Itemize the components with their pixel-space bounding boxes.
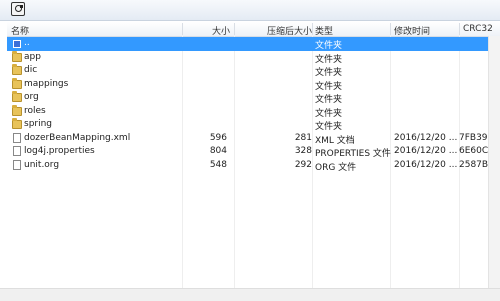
list-item[interactable]: unit.org 548 292 ORG 文件 2016/12/20 ... 2… (7, 159, 500, 173)
list-item[interactable]: spring 文件夹 (7, 118, 500, 132)
file-list: .. 文件夹 app 文件夹 dic 文件夹 mappings 文件夹 org … (7, 37, 500, 173)
list-item[interactable]: mappings 文件夹 (7, 77, 500, 92)
toolbar (0, 0, 500, 21)
list-item[interactable]: log4j.properties 804 328 PROPERTIES 文件 2… (7, 145, 500, 159)
file-name: dozerBeanMapping.xml (24, 132, 131, 143)
file-packed-size: 328 (294, 146, 312, 156)
list-item[interactable]: dic 文件夹 (7, 64, 500, 78)
file-name: dic (24, 65, 38, 75)
column-header: 名称 大小 压缩后大小 类型 修改时间 CRC32 (7, 22, 500, 37)
refresh-up-icon[interactable] (11, 2, 25, 16)
file-name: unit.org (24, 159, 60, 170)
file-type: 文件夹 (315, 68, 343, 78)
file-name: mappings (24, 78, 69, 89)
column-packed-size[interactable]: 压缩后大小 (267, 24, 312, 37)
file-type: XML 文档 (315, 135, 355, 146)
file-name: app (24, 51, 41, 62)
file-type: 文件夹 (315, 95, 343, 105)
list-item[interactable]: .. 文件夹 (7, 37, 500, 51)
file-name: .. (24, 38, 30, 48)
list-item[interactable]: dozerBeanMapping.xml 596 281 XML 文档 2016… (7, 132, 500, 146)
vertical-scrollbar[interactable] (488, 36, 500, 300)
file-name: roles (24, 105, 46, 116)
file-type: 文件夹 (315, 54, 343, 65)
file-type: PROPERTIES 文件 (315, 149, 391, 159)
list-item[interactable]: app 文件夹 (7, 50, 500, 65)
file-type: 文件夹 (315, 122, 343, 132)
column-type[interactable]: 类型 (315, 24, 333, 37)
file-type: 文件夹 (315, 81, 343, 92)
file-type: 文件夹 (315, 108, 343, 119)
file-type: ORG 文件 (315, 162, 357, 173)
list-item[interactable]: org 文件夹 (7, 91, 500, 105)
folder-icon (12, 77, 22, 89)
folder-icon (12, 50, 22, 62)
file-icon (13, 132, 21, 143)
file-type: 文件夹 (315, 41, 343, 51)
file-packed-size: 281 (294, 132, 312, 143)
file-name: log4j.properties (24, 146, 95, 156)
file-modified: 2016/12/20 ... (394, 132, 458, 143)
file-icon (13, 146, 21, 156)
status-bar (0, 288, 500, 301)
file-size: 596 (209, 132, 227, 143)
folder-icon (12, 104, 22, 116)
column-size[interactable]: 大小 (212, 24, 230, 37)
file-packed-size: 292 (294, 159, 312, 170)
file-modified: 2016/12/20 ... (394, 159, 458, 170)
folder-icon (12, 118, 22, 129)
file-size: 548 (209, 159, 227, 170)
file-modified: 2016/12/20 ... (394, 146, 458, 156)
file-size: 804 (209, 146, 227, 156)
file-name: spring (24, 119, 53, 129)
up-folder-icon (13, 40, 21, 48)
file-name: org (24, 92, 39, 102)
column-name[interactable]: 名称 (11, 24, 29, 37)
folder-icon (12, 91, 22, 102)
file-icon (13, 159, 21, 170)
list-item[interactable]: roles 文件夹 (7, 104, 500, 119)
folder-icon (12, 64, 22, 75)
column-modified[interactable]: 修改时间 (394, 24, 430, 37)
column-crc[interactable]: CRC32 (463, 24, 493, 34)
